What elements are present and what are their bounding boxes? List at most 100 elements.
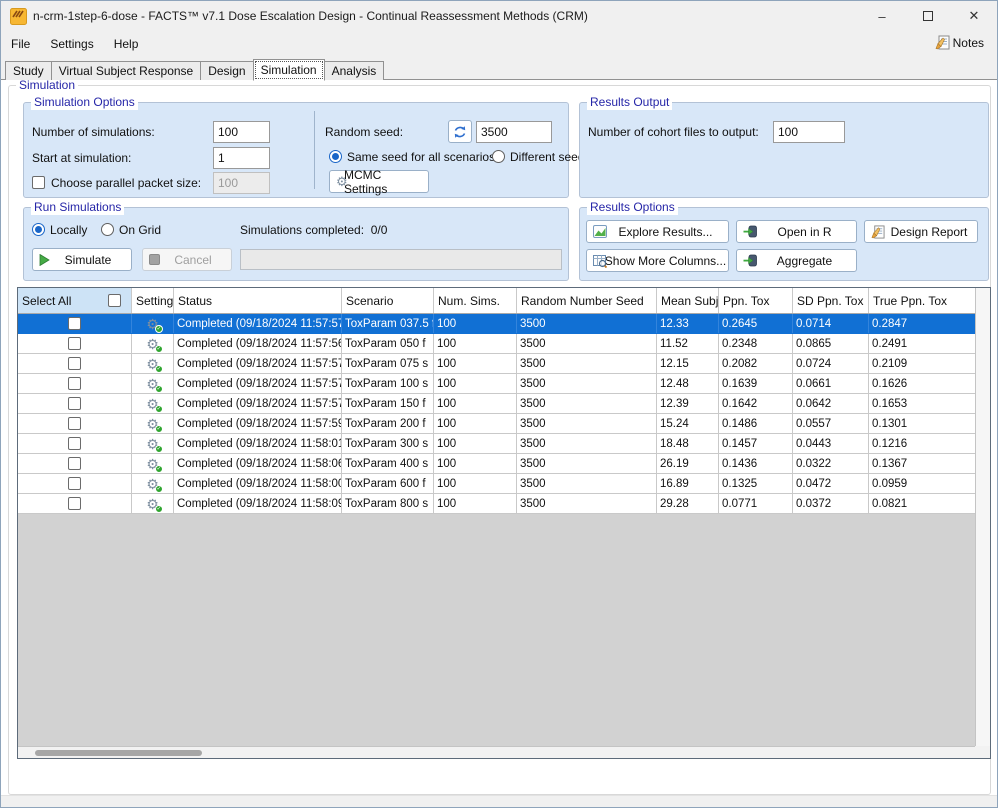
row-select-cell[interactable] — [18, 454, 132, 473]
row-checkbox[interactable] — [68, 497, 81, 510]
row-settings-cell[interactable]: ⚙✓ — [132, 374, 174, 393]
row-checkbox[interactable] — [68, 437, 81, 450]
settings-gear-icon[interactable]: ⚙✓ — [144, 356, 161, 372]
open-in-r-button[interactable]: Open in R — [736, 220, 857, 243]
on-grid-radio[interactable] — [101, 223, 114, 236]
row-select-cell[interactable] — [18, 354, 132, 373]
row-checkbox[interactable] — [68, 397, 81, 410]
settings-gear-icon[interactable]: ⚙✓ — [144, 336, 161, 352]
settings-gear-icon[interactable]: ⚙✓ — [144, 416, 161, 432]
row-select-cell[interactable] — [18, 474, 132, 493]
refresh-seed-button[interactable] — [448, 120, 472, 143]
simulate-button[interactable]: Simulate — [32, 248, 132, 271]
row-checkbox[interactable] — [68, 377, 81, 390]
table-row[interactable]: ⚙✓Completed (09/18/2024 11:57:57)ToxPara… — [18, 314, 975, 334]
aggregate-button[interactable]: Aggregate — [736, 249, 857, 272]
select-all-checkbox[interactable] — [108, 294, 121, 307]
table-row[interactable]: ⚙✓Completed (09/18/2024 11:58:09)ToxPara… — [18, 494, 975, 514]
horizontal-scrollbar-thumb[interactable] — [35, 750, 202, 756]
same-seed-radio[interactable] — [329, 150, 342, 163]
ppn-tox-header[interactable]: Ppn. Tox — [719, 288, 793, 313]
scenario-header[interactable]: Scenario — [342, 288, 434, 313]
row-select-cell[interactable] — [18, 374, 132, 393]
settings-gear-icon[interactable]: ⚙✓ — [144, 376, 161, 392]
mcmc-settings-button[interactable]: ⚙ MCMC Settings — [329, 170, 429, 193]
cancel-button[interactable]: Cancel — [142, 248, 232, 271]
num-sims-header[interactable]: Num. Sims. — [434, 288, 517, 313]
row-settings-cell[interactable]: ⚙✓ — [132, 454, 174, 473]
random-seed-header[interactable]: Random Number Seed — [517, 288, 657, 313]
row-select-cell[interactable] — [18, 334, 132, 353]
row-checkbox[interactable] — [68, 317, 81, 330]
row-settings-cell[interactable]: ⚙✓ — [132, 414, 174, 433]
tab-simulation[interactable]: Simulation — [253, 59, 325, 81]
row-select-cell[interactable] — [18, 394, 132, 413]
row-settings-cell[interactable]: ⚙✓ — [132, 474, 174, 493]
row-select-cell[interactable] — [18, 314, 132, 333]
status-header[interactable]: Status — [174, 288, 342, 313]
row-checkbox[interactable] — [68, 477, 81, 490]
row-settings-cell[interactable]: ⚙✓ — [132, 314, 174, 333]
table-row[interactable]: ⚙✓Completed (09/18/2024 11:58:01)ToxPara… — [18, 434, 975, 454]
horizontal-scrollbar[interactable] — [18, 746, 975, 758]
row-checkbox[interactable] — [68, 457, 81, 470]
true-ppn-tox-header[interactable]: True Ppn. Tox — [869, 288, 975, 313]
row-select-cell[interactable] — [18, 434, 132, 453]
parallel-packet-checkbox[interactable] — [32, 176, 45, 189]
tab-study[interactable]: Study — [5, 61, 52, 80]
menu-file[interactable]: File — [1, 31, 40, 58]
table-row[interactable]: ⚙✓Completed (09/18/2024 11:58:00)ToxPara… — [18, 474, 975, 494]
row-seed-cell: 3500 — [517, 454, 657, 473]
menu-settings[interactable]: Settings — [40, 31, 103, 58]
settings-gear-icon[interactable]: ⚙✓ — [144, 396, 161, 412]
explore-results-button[interactable]: Explore Results... — [586, 220, 729, 243]
locally-radio[interactable] — [32, 223, 45, 236]
design-report-button[interactable]: Design Report — [864, 220, 978, 243]
settings-gear-icon[interactable]: ⚙✓ — [144, 496, 161, 512]
run-simulations-group: Run Simulations Locally On Grid Simulati… — [23, 207, 569, 281]
notes-button[interactable]: Notes — [930, 33, 989, 52]
vertical-scrollbar[interactable] — [975, 288, 990, 746]
random-seed-input[interactable] — [476, 121, 552, 143]
settings-gear-icon[interactable]: ⚙✓ — [144, 456, 161, 472]
row-checkbox[interactable] — [68, 417, 81, 430]
table-row[interactable]: ⚙✓Completed (09/18/2024 11:57:57)ToxPara… — [18, 354, 975, 374]
row-settings-cell[interactable]: ⚙✓ — [132, 494, 174, 513]
close-button[interactable]: ✕ — [951, 1, 997, 31]
minimize-button[interactable]: – — [859, 1, 905, 31]
menu-help[interactable]: Help — [104, 31, 149, 58]
row-select-cell[interactable] — [18, 414, 132, 433]
tab-virtual-subject-response[interactable]: Virtual Subject Response — [51, 61, 202, 80]
row-checkbox[interactable] — [68, 357, 81, 370]
window-bottom-strip — [1, 795, 997, 807]
maximize-button[interactable] — [905, 1, 951, 31]
settings-gear-icon[interactable]: ⚙✓ — [144, 476, 161, 492]
table-row[interactable]: ⚙✓Completed (09/18/2024 11:58:06)ToxPara… — [18, 454, 975, 474]
row-settings-cell[interactable]: ⚙✓ — [132, 354, 174, 373]
settings-gear-icon[interactable]: ⚙✓ — [144, 316, 161, 332]
tab-analysis[interactable]: Analysis — [324, 61, 385, 80]
simulation-options-group: Simulation Options Number of simulations… — [23, 102, 569, 198]
tab-design[interactable]: Design — [200, 61, 253, 80]
row-mean-subj-cell: 26.19 — [657, 454, 719, 473]
row-settings-cell[interactable]: ⚙✓ — [132, 394, 174, 413]
settings-header[interactable]: Settings — [132, 288, 174, 313]
show-more-columns-label: Show More Columns... — [605, 254, 726, 268]
different-seed-radio[interactable] — [492, 150, 505, 163]
sd-ppn-tox-header[interactable]: SD Ppn. Tox — [793, 288, 869, 313]
row-select-cell[interactable] — [18, 494, 132, 513]
select-all-header[interactable]: Select All — [18, 288, 132, 313]
row-settings-cell[interactable]: ⚙✓ — [132, 434, 174, 453]
num-simulations-input[interactable] — [213, 121, 270, 143]
table-row[interactable]: ⚙✓Completed (09/18/2024 11:57:59)ToxPara… — [18, 414, 975, 434]
table-row[interactable]: ⚙✓Completed (09/18/2024 11:57:57)ToxPara… — [18, 374, 975, 394]
cohort-files-input[interactable] — [773, 121, 845, 143]
show-more-columns-button[interactable]: Show More Columns... — [586, 249, 729, 272]
table-row[interactable]: ⚙✓Completed (09/18/2024 11:57:57)ToxPara… — [18, 394, 975, 414]
start-at-simulation-input[interactable] — [213, 147, 270, 169]
row-checkbox[interactable] — [68, 337, 81, 350]
table-row[interactable]: ⚙✓Completed (09/18/2024 11:57:56)ToxPara… — [18, 334, 975, 354]
mean-subj-header[interactable]: Mean Subj. — [657, 288, 719, 313]
row-settings-cell[interactable]: ⚙✓ — [132, 334, 174, 353]
settings-gear-icon[interactable]: ⚙✓ — [144, 436, 161, 452]
